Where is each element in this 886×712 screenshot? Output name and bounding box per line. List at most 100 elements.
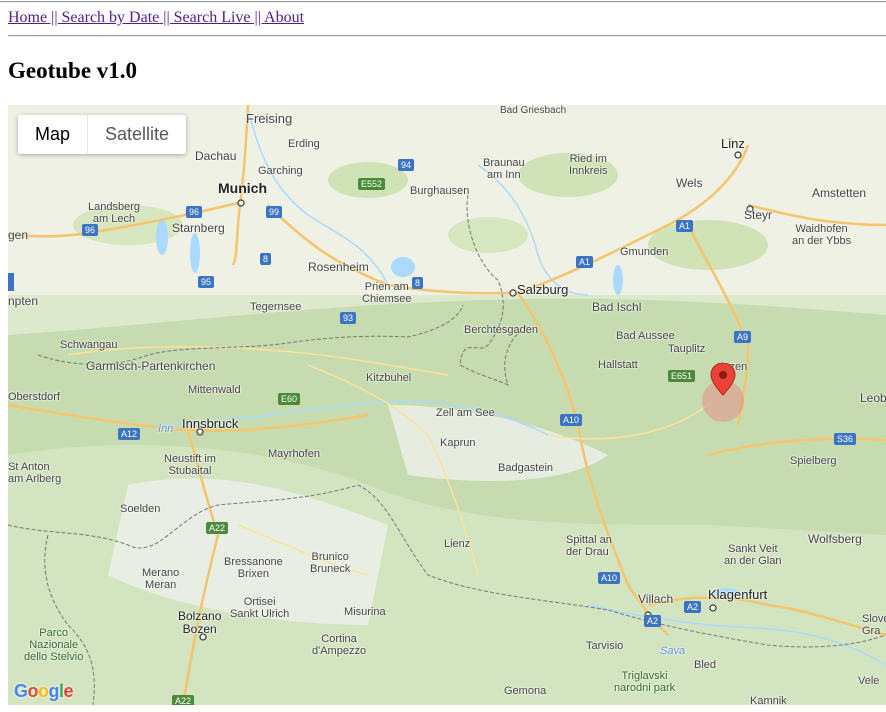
map-label: Tarvisio (586, 640, 624, 652)
road-shield: A2 (644, 615, 662, 627)
nav-search-live-link[interactable]: Search Live (174, 9, 251, 26)
road-shield: A22 (172, 695, 195, 705)
map-label: Ried im Innkreis (569, 153, 608, 178)
map-label: Starnberg (172, 221, 225, 235)
nav-search-by-date-link[interactable]: Search by Date (62, 9, 160, 26)
map-label: Bled (694, 659, 717, 671)
map-label-city: Klagenfurt (708, 587, 768, 602)
map-label-city: Salzburg (517, 282, 569, 297)
map-label-city: Innsbruck (182, 416, 239, 431)
road-shield: A1 (676, 220, 694, 232)
road-shield: 96 (82, 224, 99, 236)
road-shield: A10 (560, 414, 583, 426)
map-label: Waidhofen an der Ybbs (792, 223, 852, 248)
road-shield: A10 (598, 572, 621, 584)
map-type-map-button[interactable]: Map (18, 115, 87, 154)
map-label: Vele (858, 675, 880, 687)
map-label: Erding (288, 138, 320, 150)
road-shield: 93 (340, 312, 357, 324)
map-label-river: Inn (158, 423, 174, 435)
nav-separator: || (250, 9, 265, 26)
road-shield: E651 (668, 370, 696, 382)
map-label-city: Munich (218, 180, 267, 196)
map-type-satellite-button[interactable]: Satellite (87, 115, 186, 154)
map-label: Bad Aussee (616, 330, 675, 342)
road-shield: 95 (198, 276, 215, 288)
map-label: Neustift im Stubaital (164, 453, 216, 478)
road-shield: A12 (118, 428, 141, 440)
map-label: Leob (860, 391, 886, 405)
map-label: Sankt Veit an der Glan (724, 543, 782, 568)
map-label: npten (8, 294, 39, 308)
map-label: Villach (638, 592, 674, 606)
map-label: Cortina d'Ampezzo (312, 633, 367, 658)
map-type-control: Map Satellite (18, 115, 187, 154)
map-label: Garching (258, 165, 303, 177)
map-label: Kamnik (750, 695, 787, 705)
map-label: Steyr (744, 208, 773, 222)
road-shield: 8 (412, 277, 424, 289)
map-canvas[interactable]: Map Satellite Freising Erding Dachau Gar… (8, 105, 886, 705)
map-label: Wels (676, 176, 703, 190)
map-label: Bad Griesbach (500, 105, 567, 116)
map-label: Oberstdorf (8, 391, 60, 403)
map-label: Misurina (344, 606, 386, 618)
map-label: Slove Gra (862, 613, 886, 638)
nav-home-link[interactable]: Home (8, 9, 47, 26)
map-label: Tegernsee (250, 301, 302, 313)
map-label: Hallstatt (598, 359, 638, 371)
map-label: Amstetten (812, 186, 867, 200)
map-label: Freising (246, 111, 293, 126)
road-shield: A1 (576, 256, 594, 268)
map-label: Bad Ischl (592, 300, 642, 314)
road-shield: A22 (206, 522, 229, 534)
road-shield: A9 (734, 331, 752, 343)
google-logo: Google (14, 681, 74, 701)
map-label: Berchtesgaden (464, 324, 538, 336)
map-label-park: Parco Nazionale dello Stelvio (24, 627, 84, 664)
map-label: Zell am See (436, 407, 495, 419)
road-shield: 94 (398, 159, 415, 171)
map-label: Garmisch-Partenkirchen (86, 359, 216, 373)
map-label: Tauplitz (668, 343, 706, 355)
nav-about-link[interactable]: About (264, 9, 304, 26)
map-label: Spielberg (790, 455, 837, 467)
nav-divider (8, 35, 886, 37)
map-label: St Anton am Arlberg (8, 461, 62, 486)
road-shield: E60 (278, 393, 301, 405)
map-label: Soelden (120, 503, 161, 515)
nav-separator: || (159, 9, 174, 26)
road-shield: 8 (260, 253, 272, 265)
map-label: Kaprun (440, 437, 476, 449)
map-label: Spittal an der Drau (566, 534, 612, 559)
map-label: Braunau am Inn (483, 157, 525, 182)
top-nav: Home || Search by Date || Search Live ||… (8, 9, 304, 27)
map-label: Schwangau (60, 339, 118, 351)
map-label-city: Bolzano Bozen (178, 609, 222, 637)
map-label: Rosenheim (308, 260, 369, 274)
road-shield: 99 (266, 206, 283, 218)
map-label: Badgastein (498, 462, 554, 474)
map-label: Wolfsberg (808, 532, 862, 546)
map-label: Brunico Bruneck (310, 551, 351, 576)
road-shield: 96 (186, 206, 203, 218)
map-label: Mittenwald (188, 384, 241, 396)
map-label: Prien am Chiemsee (362, 281, 412, 306)
top-divider (0, 1, 886, 3)
map-label: Landsberg am Lech (88, 201, 140, 226)
road-shield: S36 (834, 433, 857, 445)
nav-separator: || (47, 9, 62, 26)
map-label: Mayrhofen (268, 448, 320, 460)
map-label: Merano Meran (142, 567, 180, 592)
road-shield: A2 (684, 601, 702, 613)
map-label: Ortisei Sankt Ulrich (230, 596, 290, 621)
map-label: Lienz (444, 538, 471, 550)
map-label: Dachau (195, 149, 237, 163)
map-label: Kitzbuhel (366, 372, 412, 384)
map-label-city: Linz (721, 136, 745, 151)
map-label-river: Sava (660, 645, 686, 657)
map-label: Bressanone Brixen (224, 556, 283, 581)
map-label: Gemona (504, 685, 547, 697)
map-label: Burghausen (410, 185, 470, 197)
page-title: Geotube v1.0 (8, 58, 138, 83)
